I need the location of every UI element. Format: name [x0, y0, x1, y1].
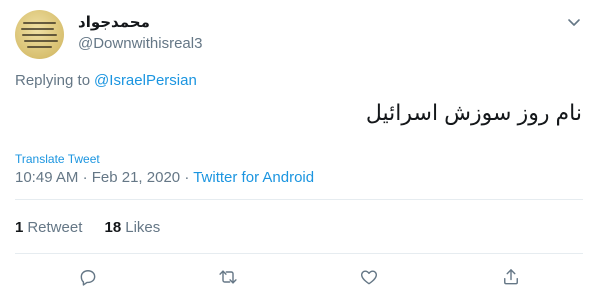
- likes-stat[interactable]: 18 Likes: [105, 219, 161, 236]
- tweet-date[interactable]: Feb 21, 2020: [92, 169, 180, 186]
- tweet-source-link[interactable]: Twitter for Android: [193, 169, 314, 186]
- avatar-detail: [23, 22, 56, 24]
- tweet-meta: 10:49 AM · Feb 21, 2020 · Twitter for An…: [15, 169, 314, 186]
- tweet-card: محمدجواد @Downwithisreal3 Replying to @Is…: [0, 0, 598, 300]
- share-button[interactable]: [499, 265, 523, 289]
- likes-label: Likes: [125, 219, 161, 236]
- reply-icon: [80, 270, 96, 286]
- translate-tweet-link[interactable]: Translate Tweet: [15, 152, 100, 166]
- avatar[interactable]: [15, 10, 64, 59]
- author-name[interactable]: محمدجواد: [78, 13, 150, 31]
- mention-link[interactable]: @IsraelPersian: [94, 72, 197, 89]
- share-icon: [504, 269, 518, 285]
- meta-separator: ·: [82, 169, 88, 186]
- avatar-detail: [27, 46, 52, 48]
- tweet-stats: 1 Retweet 18 Likes: [15, 219, 178, 236]
- tweet-time[interactable]: 10:49 AM: [15, 169, 78, 186]
- meta-separator: ·: [184, 169, 190, 186]
- divider: [15, 199, 583, 200]
- avatar-detail: [24, 40, 58, 42]
- retweets-label: Retweet: [27, 219, 83, 236]
- retweets-count: 1: [15, 219, 24, 236]
- author-handle[interactable]: @Downwithisreal3: [78, 35, 202, 52]
- action-bar: [0, 263, 598, 291]
- retweet-icon: [219, 270, 237, 284]
- chevron-down-icon[interactable]: [566, 14, 582, 30]
- like-button[interactable]: [357, 265, 381, 289]
- likes-count: 18: [104, 219, 122, 236]
- heart-icon: [361, 270, 377, 285]
- retweet-button[interactable]: [216, 265, 240, 289]
- avatar-detail: [21, 28, 54, 30]
- tweet-text: نام روز سوزش اسرائیل: [365, 100, 582, 125]
- replying-to-label: Replying to: [15, 72, 91, 89]
- divider: [15, 253, 583, 254]
- avatar-detail: [22, 34, 57, 36]
- retweets-stat[interactable]: 1 Retweet: [15, 219, 82, 236]
- reply-button[interactable]: [76, 265, 100, 289]
- replying-to: Replying to @IsraelPersian: [15, 72, 197, 89]
